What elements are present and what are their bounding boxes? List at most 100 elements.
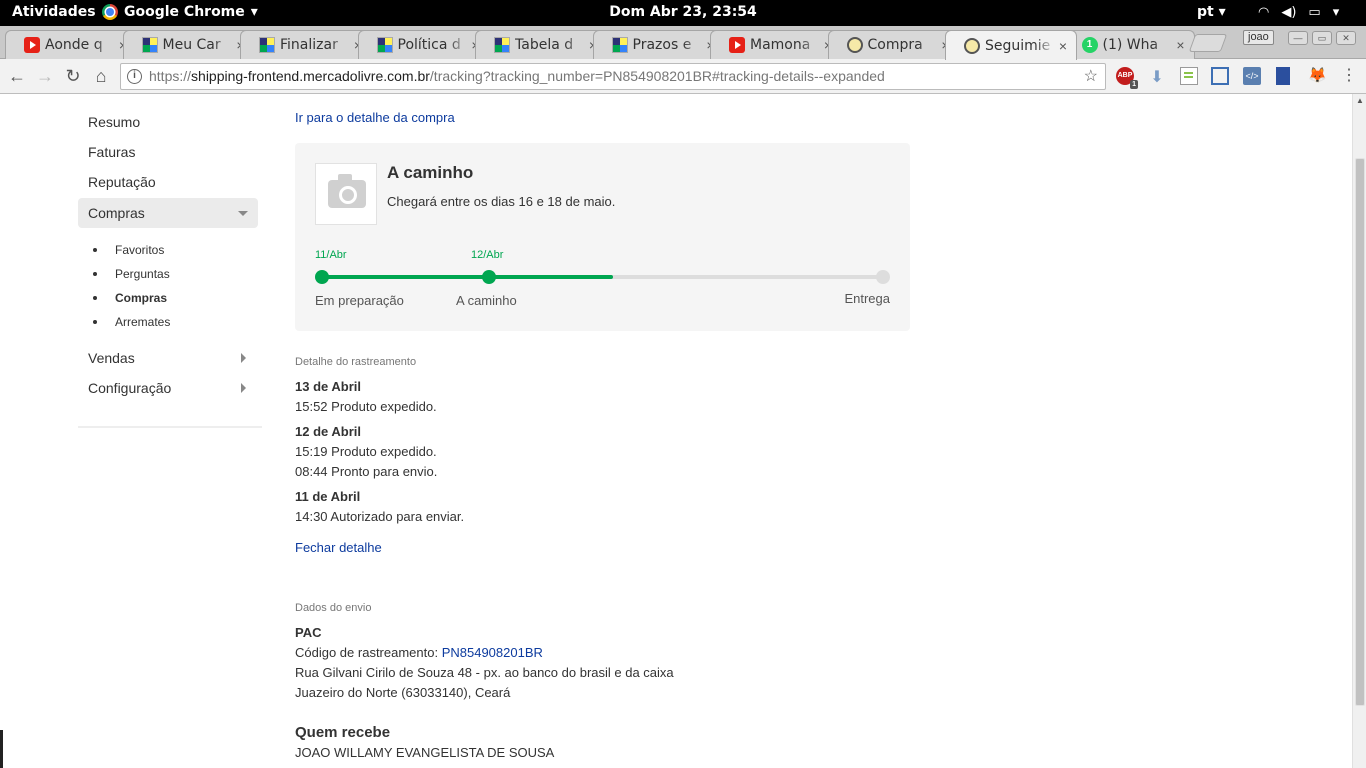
sidebar-item-resumo[interactable]: Resumo [78, 107, 258, 137]
close-icon[interactable]: × [1174, 37, 1188, 53]
mercadolivre-icon [141, 37, 158, 53]
shipping-method: PAC [295, 625, 322, 640]
tracking-event: 15:19 Produto expedido. [295, 444, 437, 459]
new-tab-button[interactable] [1188, 34, 1228, 52]
close-window-button[interactable]: ✕ [1336, 31, 1356, 45]
browser-tab[interactable]: 1 (1) Wha × [1062, 30, 1195, 59]
tab-title: Seguimie [985, 37, 1051, 54]
window-controls: — ▭ ✕ [1288, 31, 1356, 45]
tab-title: Compra [867, 37, 923, 53]
sidebar-subitem-arremates[interactable]: Arremates [93, 313, 170, 331]
language-selector[interactable]: pt ▾ [1197, 4, 1226, 20]
page-scrollbar[interactable]: ▲ [1352, 94, 1366, 768]
browser-tab[interactable]: Aonde q× [5, 30, 137, 59]
bookmark-star-icon[interactable]: ☆ [1084, 64, 1098, 89]
sidebar-item-vendas[interactable]: Vendas [78, 343, 258, 373]
tracking-date: 11 de Abril [295, 489, 361, 504]
browser-tab[interactable]: Política d× [357, 30, 490, 59]
tracking-code-link[interactable]: PN854908201BR [442, 645, 543, 660]
maximize-button[interactable]: ▭ [1312, 31, 1332, 45]
chevron-down-icon: ▾ [250, 4, 258, 20]
recipient-heading: Quem recebe [295, 724, 391, 741]
address-bar[interactable]: i https://shipping-frontend.mercadolivre… [120, 63, 1106, 90]
fox-icon[interactable]: 🦊 [1308, 67, 1327, 85]
handshake-icon [964, 37, 980, 54]
chevron-right-icon [241, 383, 246, 393]
adblock-plus-icon[interactable]: ABP 1 [1116, 67, 1138, 89]
browser-toolbar: ← → ↻ ⌂ i https://shipping-frontend.merc… [0, 59, 1366, 94]
tab-title: Aonde q [45, 37, 103, 53]
browser-tab[interactable]: Prazos e× [592, 30, 725, 59]
close-icon[interactable]: × [1056, 38, 1070, 54]
whatsapp-icon: 1 [1081, 37, 1098, 53]
tab-title: (1) Wha [1102, 37, 1159, 53]
product-thumbnail[interactable] [315, 163, 377, 225]
browser-tab[interactable]: Meu Car× [122, 30, 255, 59]
code-icon[interactable]: </> [1243, 67, 1261, 85]
home-button[interactable]: ⌂ [90, 65, 112, 87]
feed-reader-icon[interactable] [1180, 67, 1198, 85]
activities-button[interactable]: Atividades [12, 4, 96, 20]
shipping-data-heading: Dados do envio [295, 602, 372, 614]
progress-fill [321, 275, 614, 279]
chrome-menu-icon[interactable]: ⋮ [1340, 67, 1358, 85]
browser-tab[interactable]: Mamona× [710, 30, 842, 59]
bookmark-icon[interactable] [1276, 67, 1290, 85]
step-label-in-transit: A caminho [456, 293, 517, 308]
page-content: Resumo Faturas Reputação Compras Favorit… [0, 94, 1352, 768]
back-button[interactable]: ← [6, 65, 28, 87]
tab-title: Meu Car [162, 37, 221, 53]
account-sidebar: Resumo Faturas Reputação Compras Favorit… [78, 94, 262, 428]
tracking-code-row: Código de rastreamento: PN854908201BR [295, 645, 543, 660]
shipment-status-card: A caminho Chegará entre os dias 16 e 18 … [295, 143, 910, 331]
chevron-down-icon: ▾ [1332, 5, 1340, 20]
browser-tab[interactable]: Seguimie × [945, 30, 1077, 60]
close-detail-link[interactable]: Fechar detalhe [295, 540, 382, 555]
scroll-up-icon[interactable]: ▲ [1356, 96, 1364, 105]
sidebar-item-compras[interactable]: Compras [78, 198, 258, 228]
mercadolivre-icon [494, 37, 510, 53]
sidebar-item-configuracao[interactable]: Configuração [78, 373, 258, 403]
tracking-event: 15:52 Produto expedido. [295, 399, 437, 414]
browser-tab[interactable]: Compra× [827, 30, 960, 59]
sidebar-subitem-favoritos[interactable]: Favoritos [93, 241, 164, 259]
progress-dot-delivery [876, 270, 890, 284]
adblock-count-badge: 1 [1130, 80, 1138, 89]
app-name: Google Chrome [124, 4, 245, 20]
minimize-button[interactable]: — [1288, 31, 1308, 45]
mercadolivre-icon [259, 37, 275, 53]
browser-tab[interactable]: Finalizar× [240, 30, 372, 59]
mercadolivre-icon [376, 37, 393, 53]
sidebar-subitem-compras[interactable]: Compras [93, 289, 167, 307]
download-icon[interactable]: ⬇ [1148, 67, 1166, 86]
youtube-icon [729, 37, 745, 53]
sidebar-subitem-perguntas[interactable]: Perguntas [93, 265, 170, 283]
sidebar-item-reputacao[interactable]: Reputação [78, 167, 258, 197]
mercadolivre-icon [611, 37, 628, 53]
tab-strip: Aonde q×Meu Car×Finalizar×Política d×Tab… [0, 26, 1366, 60]
url-host: shipping-frontend.mercadolivre.com.br [191, 68, 430, 84]
sidebar-item-faturas[interactable]: Faturas [78, 137, 258, 167]
screenshot-icon[interactable] [1211, 67, 1229, 85]
camera-icon [328, 174, 366, 208]
shipment-status-title: A caminho [387, 163, 474, 182]
progress-track [321, 275, 883, 279]
system-top-bar: Atividades Google Chrome ▾ Dom Abr 23, 2… [0, 0, 1366, 26]
system-status-area[interactable]: ◠ ◀) ▭ ▾ [1258, 5, 1339, 20]
browser-tab[interactable]: Tabela d× [475, 30, 607, 59]
recipient-name: JOAO WILLAMY EVANGELISTA DE SOUSA [295, 745, 555, 760]
scrollbar-thumb[interactable] [1355, 158, 1365, 706]
tab-title: Política d [397, 37, 461, 53]
tracking-event: 08:44 Pronto para envio. [295, 464, 438, 479]
volume-icon: ◀) [1281, 5, 1297, 20]
purchase-detail-link[interactable]: Ir para o detalhe da compra [295, 110, 455, 125]
wifi-icon: ◠ [1258, 5, 1270, 20]
tracking-date: 13 de Abril [295, 379, 361, 394]
step-label-preparation: Em preparação [315, 293, 404, 308]
info-icon[interactable]: i [127, 69, 142, 84]
address-line: Rua Gilvani Cirilo de Souza 48 - px. ao … [295, 665, 674, 680]
reload-button[interactable]: ↻ [62, 65, 84, 87]
forward-button[interactable]: → [34, 65, 56, 87]
profile-badge[interactable]: joao [1243, 30, 1274, 45]
app-menu[interactable]: Google Chrome ▾ [102, 4, 258, 20]
